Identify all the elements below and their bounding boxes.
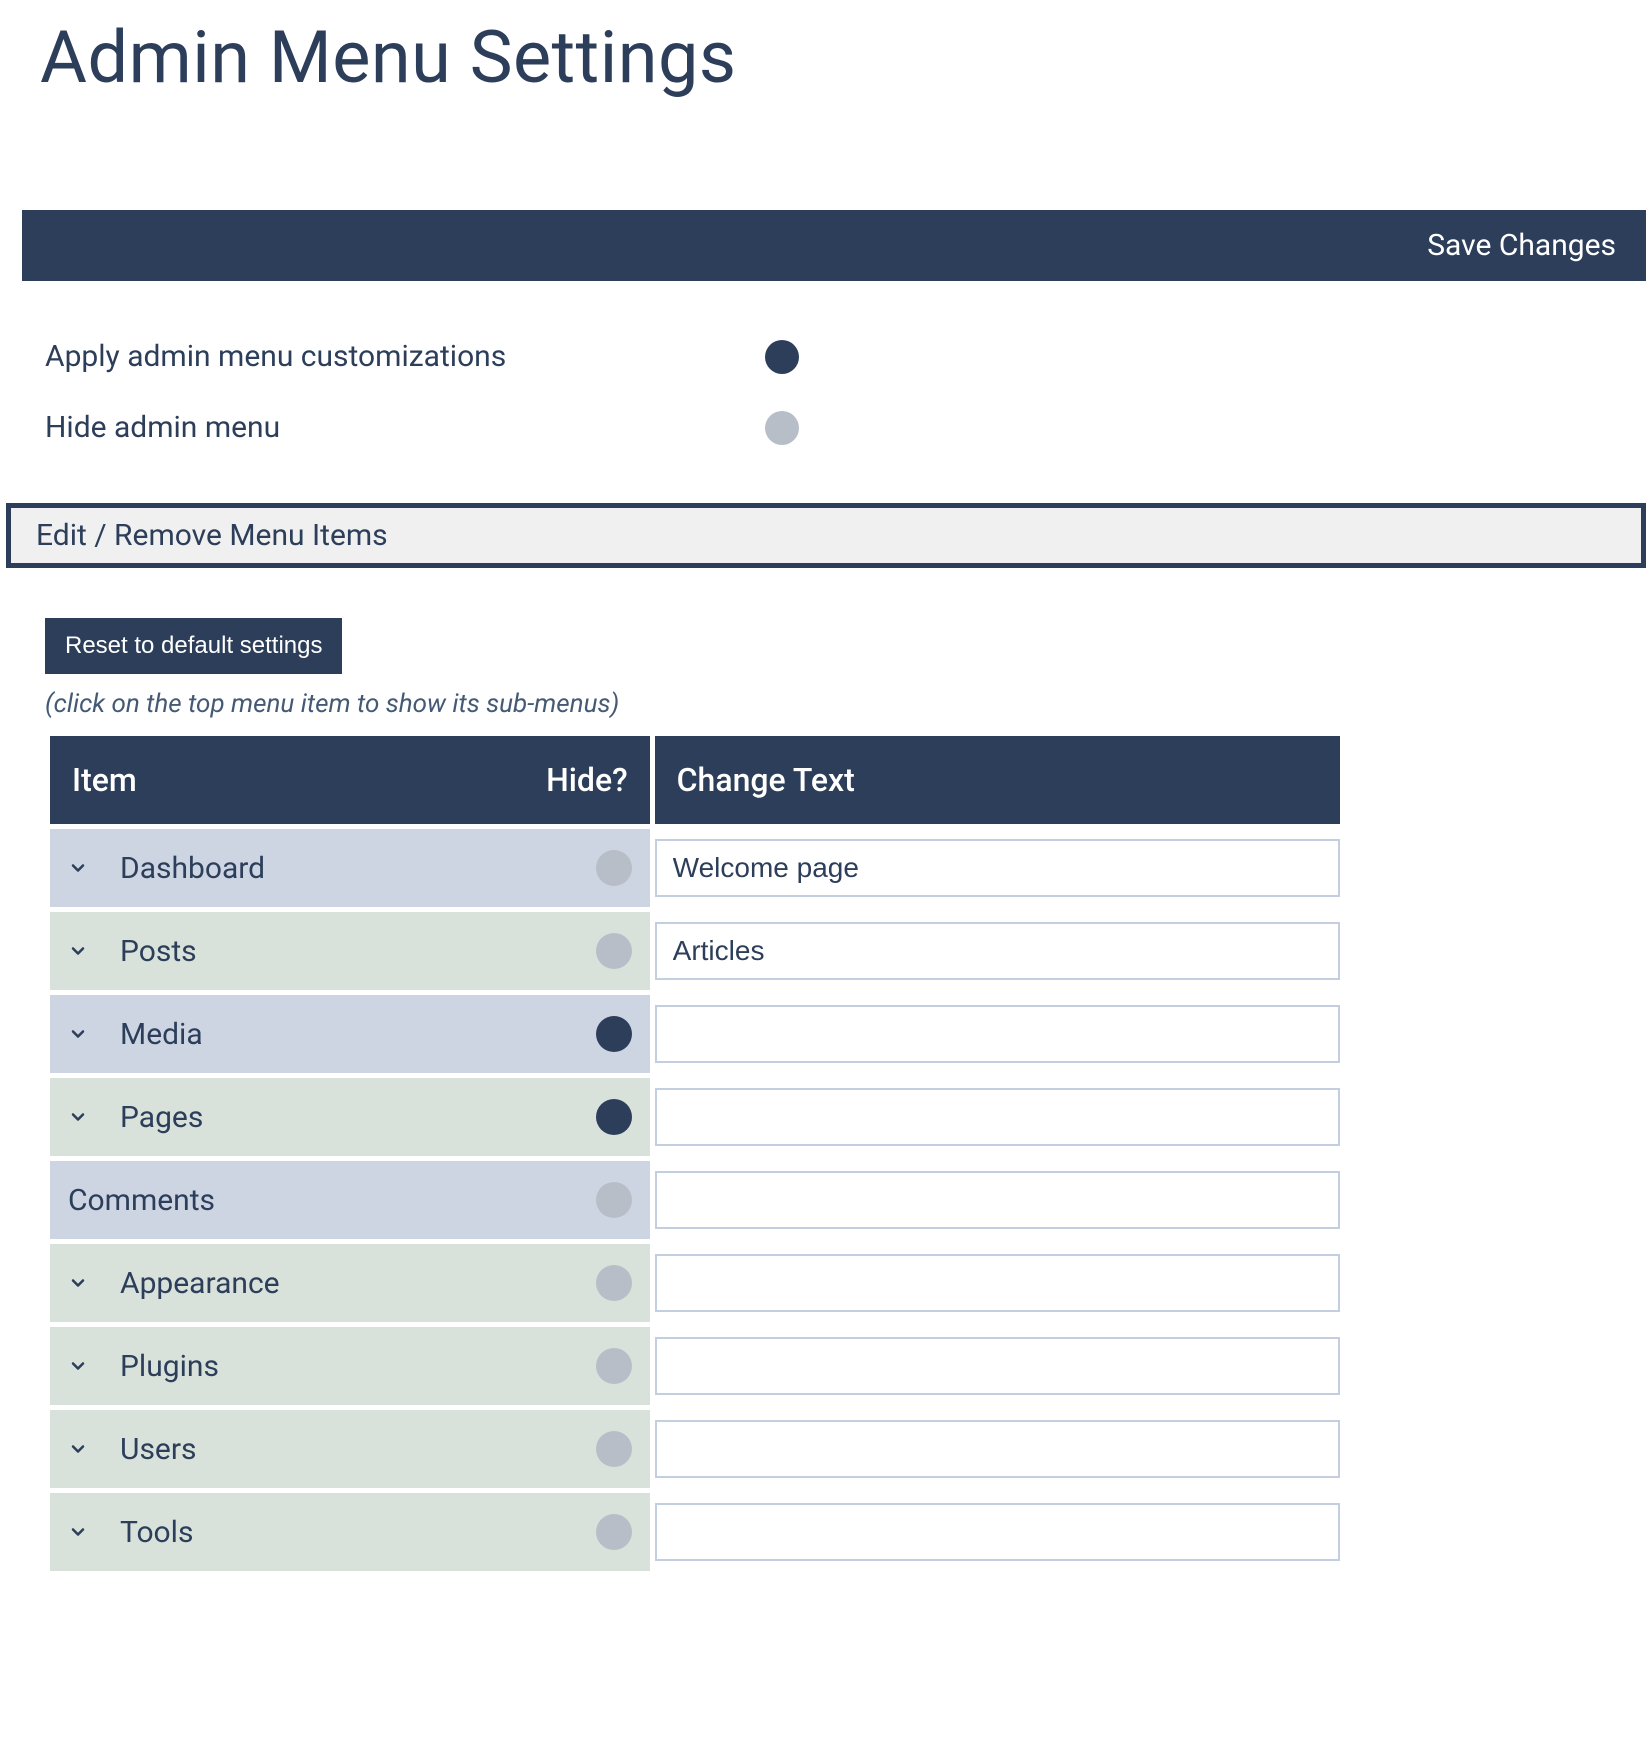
table-row: Dashboard [50, 829, 1340, 907]
change-text-cell [655, 1078, 1340, 1156]
chevron-down-icon[interactable] [68, 1522, 104, 1542]
change-text-input[interactable] [655, 922, 1340, 980]
option-apply-customizations: Apply admin menu customizations [0, 321, 1646, 392]
header-hide-label: Hide? [546, 761, 628, 799]
save-bar[interactable]: Save Changes [22, 210, 1646, 281]
menu-item-appearance[interactable]: Appearance [50, 1244, 650, 1322]
page-title: Admin Menu Settings [0, 0, 1646, 140]
menu-item-plugins[interactable]: Plugins [50, 1327, 650, 1405]
hide-toggle[interactable] [596, 1265, 632, 1301]
table-header-change-text: Change Text [655, 736, 1340, 824]
menu-item-label: Tools [120, 1515, 596, 1550]
hide-toggle[interactable] [596, 850, 632, 886]
change-text-cell [655, 912, 1340, 990]
chevron-down-icon[interactable] [68, 1356, 104, 1376]
change-text-cell [655, 1161, 1340, 1239]
change-text-input[interactable] [655, 1005, 1340, 1063]
change-text-input[interactable] [655, 839, 1340, 897]
change-text-input[interactable] [655, 1337, 1340, 1395]
change-text-cell [655, 829, 1340, 907]
change-text-input[interactable] [655, 1254, 1340, 1312]
section-title: Edit / Remove Menu Items [36, 518, 388, 553]
menu-item-media[interactable]: Media [50, 995, 650, 1073]
menu-item-tools[interactable]: Tools [50, 1493, 650, 1571]
hide-admin-menu-toggle[interactable] [765, 411, 799, 445]
menu-item-comments[interactable]: Comments [50, 1161, 650, 1239]
hide-toggle[interactable] [596, 1016, 632, 1052]
chevron-down-icon[interactable] [68, 858, 104, 878]
change-text-input[interactable] [655, 1503, 1340, 1561]
hide-toggle[interactable] [596, 1431, 632, 1467]
table-row: Media [50, 995, 1340, 1073]
chevron-down-icon[interactable] [68, 1107, 104, 1127]
hide-toggle[interactable] [596, 1099, 632, 1135]
hint-text: (click on the top menu item to show its … [45, 689, 1646, 719]
change-text-input[interactable] [655, 1088, 1340, 1146]
menu-item-label: Pages [120, 1100, 596, 1135]
hide-toggle[interactable] [596, 933, 632, 969]
hide-toggle[interactable] [596, 1182, 632, 1218]
change-text-input[interactable] [655, 1420, 1340, 1478]
chevron-down-icon[interactable] [68, 941, 104, 961]
hide-toggle[interactable] [596, 1348, 632, 1384]
option-label: Apply admin menu customizations [45, 339, 765, 374]
table-row: Tools [50, 1493, 1340, 1571]
chevron-down-icon[interactable] [68, 1273, 104, 1293]
table-header-item: Item Hide? [50, 736, 650, 824]
menu-item-label: Media [120, 1017, 596, 1052]
option-hide-admin-menu: Hide admin menu [0, 392, 1646, 463]
chevron-down-icon[interactable] [68, 1024, 104, 1044]
apply-customizations-toggle[interactable] [765, 340, 799, 374]
table-row: Appearance [50, 1244, 1340, 1322]
menu-item-posts[interactable]: Posts [50, 912, 650, 990]
table-row: Comments [50, 1161, 1340, 1239]
save-changes-button[interactable]: Save Changes [1427, 228, 1616, 263]
change-text-cell [655, 1493, 1340, 1571]
menu-item-users[interactable]: Users [50, 1410, 650, 1488]
table-row: Users [50, 1410, 1340, 1488]
table-row: Pages [50, 1078, 1340, 1156]
table-row: Posts [50, 912, 1340, 990]
change-text-cell [655, 1244, 1340, 1322]
menu-item-label: Users [120, 1432, 596, 1467]
menu-item-label: Plugins [120, 1349, 596, 1384]
menu-item-label: Comments [68, 1183, 596, 1218]
menu-item-label: Posts [120, 934, 596, 969]
change-text-cell [655, 1410, 1340, 1488]
table-row: Plugins [50, 1327, 1340, 1405]
menu-item-label: Dashboard [120, 851, 596, 886]
menu-item-pages[interactable]: Pages [50, 1078, 650, 1156]
header-item-label: Item [72, 761, 137, 799]
chevron-down-icon[interactable] [68, 1439, 104, 1459]
reset-button[interactable]: Reset to default settings [45, 618, 342, 674]
menu-item-label: Appearance [120, 1266, 596, 1301]
menu-items-table: Item Hide? Change Text Dashboard Posts Med… [45, 731, 1345, 1576]
section-header-edit-remove[interactable]: Edit / Remove Menu Items [6, 503, 1646, 568]
change-text-cell [655, 1327, 1340, 1405]
option-label: Hide admin menu [45, 410, 765, 445]
change-text-cell [655, 995, 1340, 1073]
menu-item-dashboard[interactable]: Dashboard [50, 829, 650, 907]
hide-toggle[interactable] [596, 1514, 632, 1550]
change-text-input[interactable] [655, 1171, 1340, 1229]
